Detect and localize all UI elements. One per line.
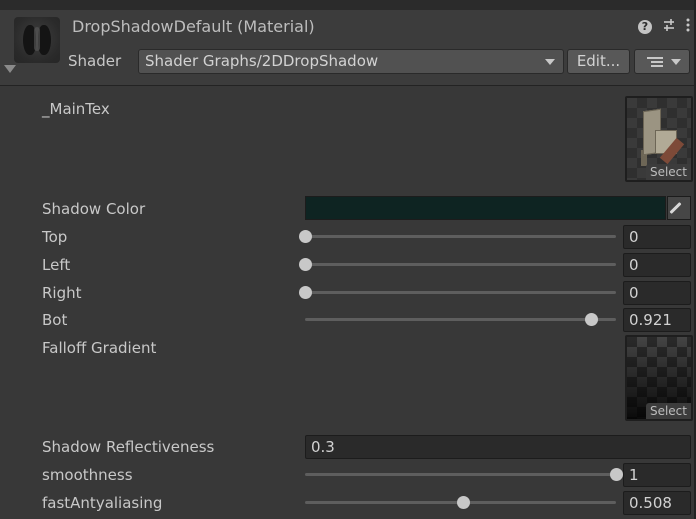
kebab-menu-icon[interactable]	[686, 18, 690, 36]
right-value-field[interactable]: 0	[623, 281, 691, 305]
top-slider[interactable]	[299, 230, 616, 243]
header-icons: ?	[638, 18, 690, 36]
main-tex-label: _MainTex	[42, 100, 110, 118]
left-label: Left	[42, 256, 71, 274]
bot-label: Bot	[42, 311, 68, 329]
right-label: Right	[42, 284, 82, 302]
smoothness-slider[interactable]	[305, 468, 623, 481]
left-slider-thumb[interactable]	[299, 258, 312, 271]
chevron-down-icon	[671, 59, 681, 65]
foldout-arrow-icon[interactable]	[4, 65, 16, 73]
falloff-select-button[interactable]: Select	[645, 403, 691, 419]
fast-antialiasing-label: fastAntyaliasing	[42, 494, 163, 512]
smoothness-label: smoothness	[42, 466, 133, 484]
fast-antialiasing-slider[interactable]	[305, 496, 616, 509]
texture-preview-image	[637, 108, 685, 166]
shadow-reflectiveness-label: Shadow Reflectiveness	[42, 438, 215, 456]
fast-antialiasing-value-field[interactable]: 0.508	[623, 491, 691, 515]
shadow-color-field[interactable]	[305, 196, 666, 220]
chevron-down-icon	[545, 59, 555, 65]
bot-value-field[interactable]: 0.921	[623, 308, 691, 332]
edit-shader-button[interactable]: Edit...	[567, 49, 630, 74]
shader-label: Shader	[68, 52, 122, 70]
falloff-gradient-label: Falloff Gradient	[42, 339, 157, 357]
top-label: Top	[42, 228, 68, 246]
shader-options-button[interactable]	[634, 49, 690, 74]
eyedropper-icon	[669, 201, 682, 215]
right-slider-thumb[interactable]	[299, 286, 312, 299]
fast-antialiasing-slider-thumb[interactable]	[456, 496, 470, 509]
right-slider[interactable]	[299, 286, 616, 299]
shader-dropdown[interactable]: Shader Graphs/2DDropShadow	[138, 49, 564, 74]
smoothness-value-field[interactable]: 1	[623, 463, 691, 487]
shader-dropdown-value: Shader Graphs/2DDropShadow	[145, 52, 379, 70]
left-value-field[interactable]: 0	[623, 253, 691, 277]
shadow-color-label: Shadow Color	[42, 200, 146, 218]
main-tex-select-button[interactable]: Select	[645, 164, 691, 180]
material-header: DropShadowDefault (Material) ? Shader Sh…	[0, 0, 696, 86]
preset-sliders-icon[interactable]	[662, 18, 676, 36]
top-slider-thumb[interactable]	[299, 230, 312, 243]
material-preview-icon	[14, 17, 60, 63]
eyedropper-button[interactable]	[667, 196, 691, 220]
smoothness-slider-thumb[interactable]	[610, 468, 623, 481]
header-top-edge	[0, 0, 696, 10]
material-title: DropShadowDefault (Material)	[72, 17, 315, 36]
falloff-gradient-slot[interactable]: Select	[625, 335, 693, 421]
main-tex-slot[interactable]: Select	[625, 96, 693, 182]
list-menu-icon	[647, 57, 663, 67]
top-value-field[interactable]: 0	[623, 225, 691, 249]
bot-slider-thumb[interactable]	[585, 313, 599, 326]
shadow-reflectiveness-field[interactable]: 0.3	[305, 435, 691, 459]
bot-slider[interactable]	[305, 313, 616, 326]
help-icon[interactable]: ?	[638, 20, 652, 34]
left-slider[interactable]	[299, 258, 616, 271]
